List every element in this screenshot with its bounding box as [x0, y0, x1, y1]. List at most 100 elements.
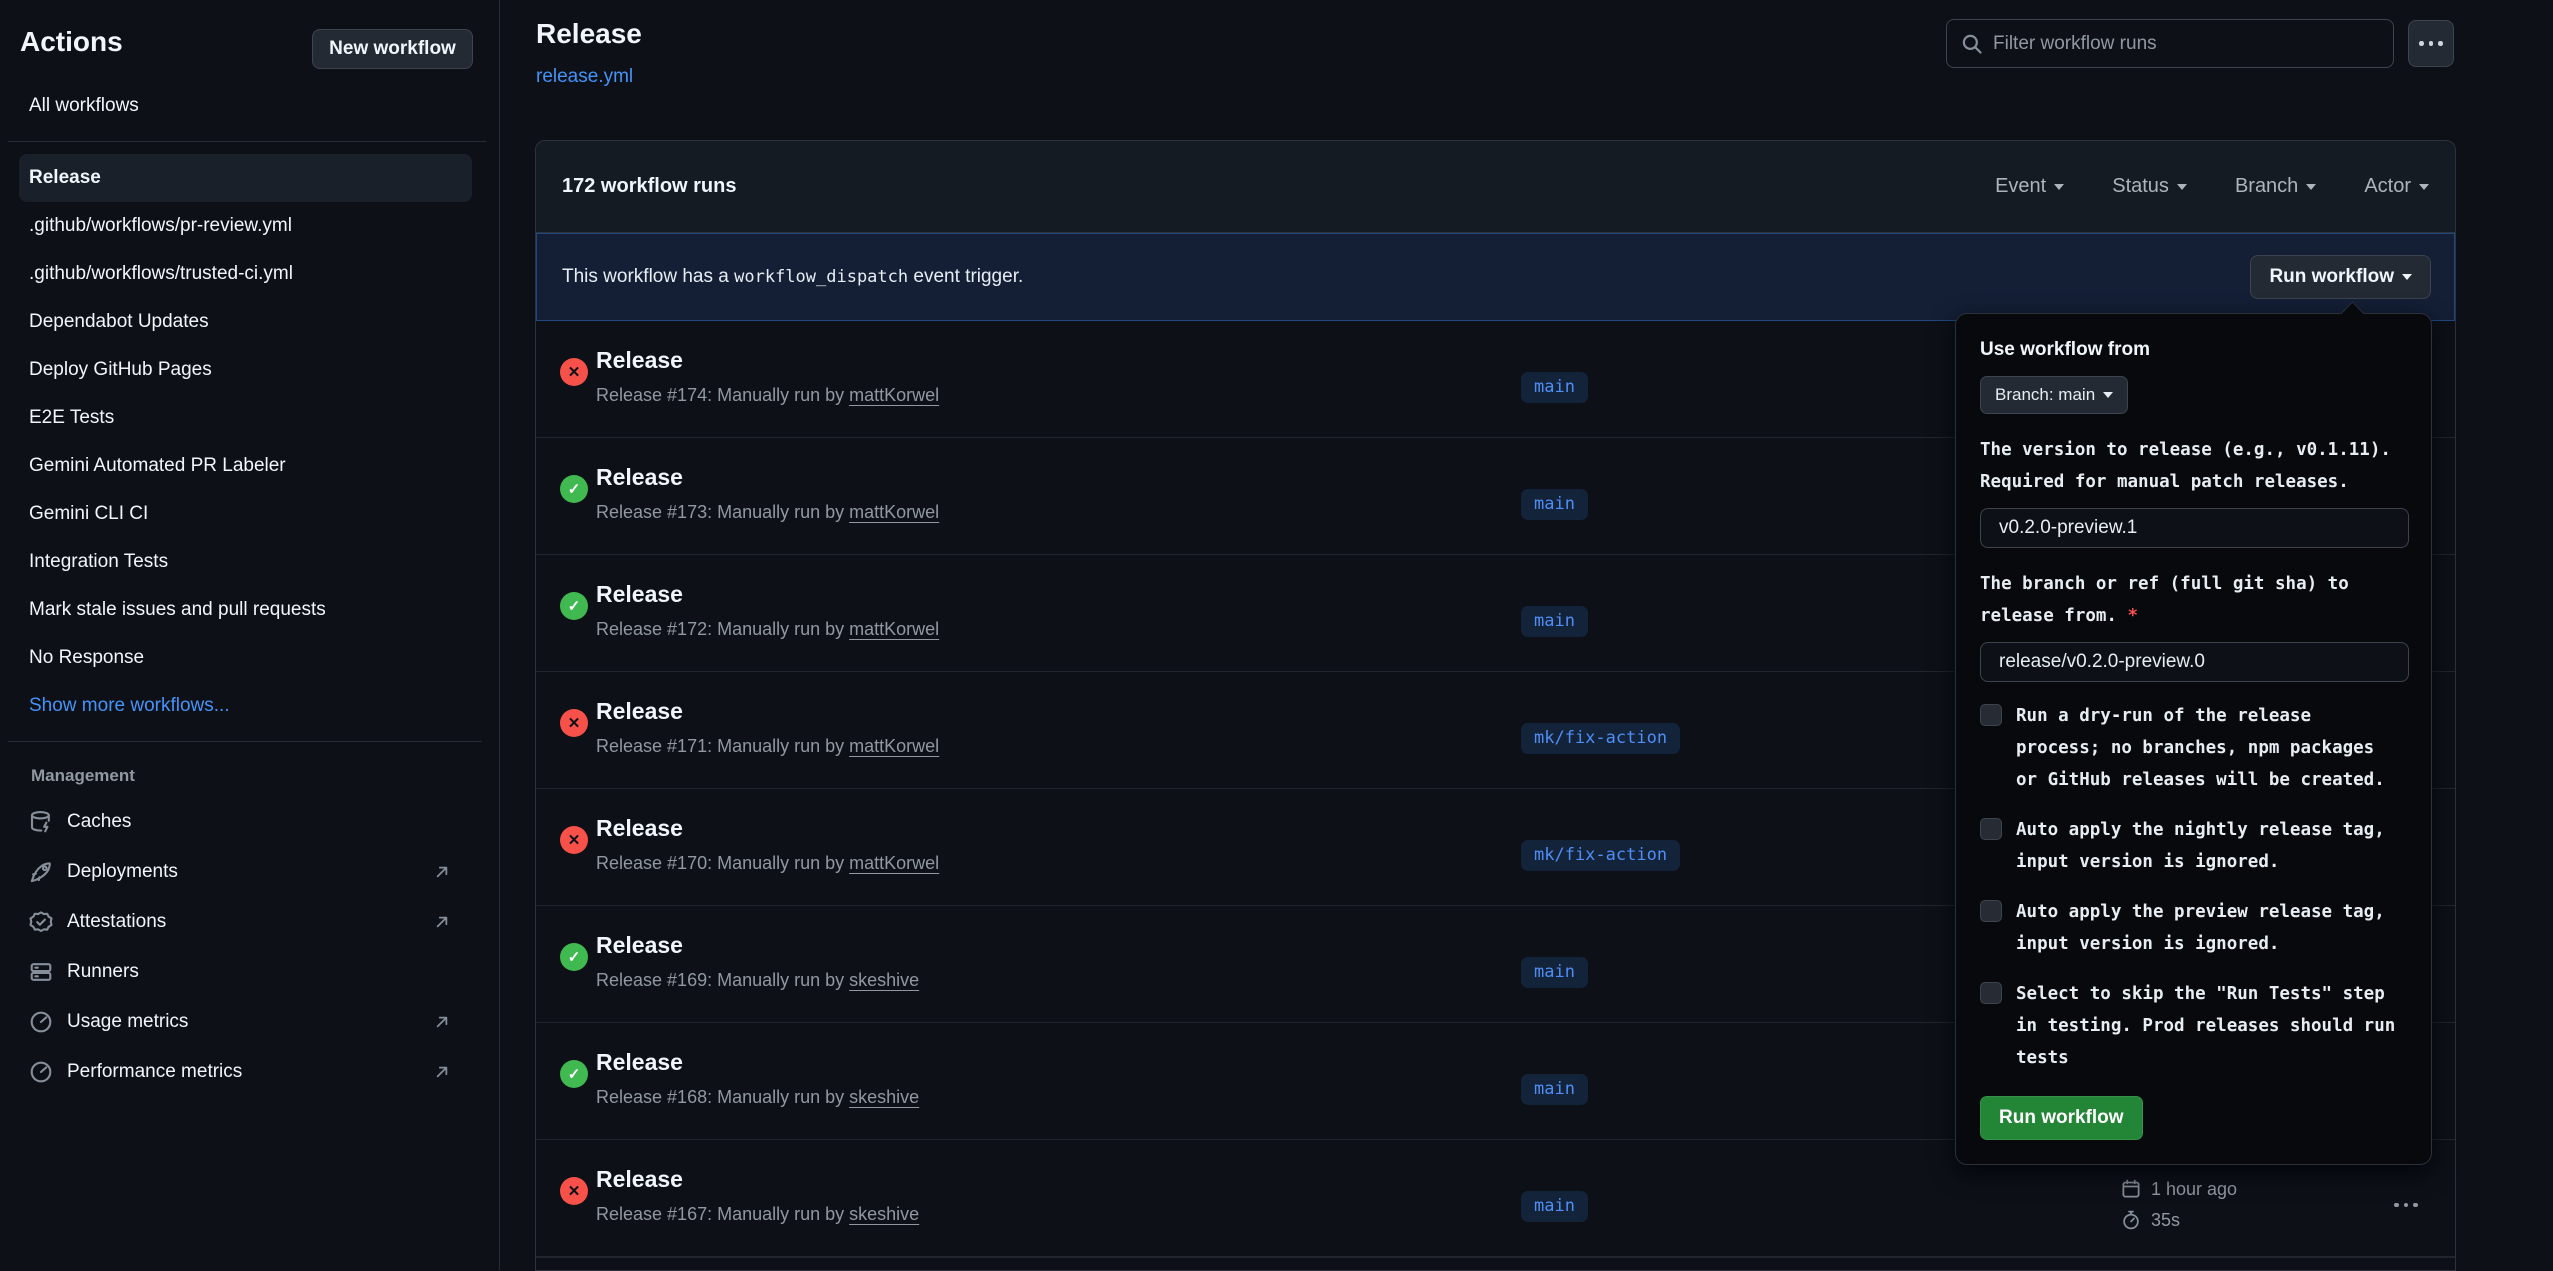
run-description: Release #169: Manually run by skeshive [596, 970, 919, 991]
nightly-tag-option: Auto apply the nightly release tag, inpu… [1980, 814, 2407, 878]
skip-tests-checkbox[interactable] [1980, 982, 2002, 1004]
sidebar-item-usage-metrics[interactable]: Usage metrics [19, 998, 472, 1046]
run-title-link[interactable]: Release [596, 815, 683, 842]
sidebar-item-e2e-tests[interactable]: E2E Tests [19, 394, 472, 442]
branch-badge[interactable]: mk/fix-action [1521, 840, 1680, 871]
kebab-menu-button[interactable] [2394, 1194, 2434, 1216]
new-workflow-button[interactable]: New workflow [312, 29, 473, 69]
run-title-link[interactable]: Release [596, 581, 683, 608]
search-icon [1961, 33, 1983, 55]
arrow-up-right-icon [432, 1012, 452, 1032]
filter-workflow-runs-box[interactable] [1946, 19, 2394, 68]
sidebar-item-no-response[interactable]: No Response [19, 634, 472, 682]
nightly-tag-checkbox[interactable] [1980, 818, 2002, 840]
version-input[interactable] [1980, 508, 2409, 548]
actor-link[interactable]: skeshive [849, 970, 919, 990]
actor-link[interactable]: mattKorwel [849, 736, 939, 756]
check-circle-icon [560, 1060, 588, 1088]
run-workflow-submit-button[interactable]: Run workflow [1980, 1096, 2143, 1140]
preview-tag-checkbox[interactable] [1980, 900, 2002, 922]
kebab-horizontal-icon [2419, 41, 2424, 46]
actor-link[interactable]: mattKorwel [849, 853, 939, 873]
actions-sidebar: Actions New workflow All workflows Relea… [0, 0, 500, 1270]
check-circle-icon [560, 943, 588, 971]
run-title-link[interactable]: Release [596, 464, 683, 491]
run-description: Release #168: Manually run by skeshive [596, 1087, 919, 1108]
sidebar-item-label: Performance metrics [67, 1061, 242, 1083]
sidebar-item-pr-review[interactable]: .github/workflows/pr-review.yml [19, 202, 472, 250]
sidebar-item-performance-metrics[interactable]: Performance metrics [19, 1048, 472, 1096]
sidebar-item-trusted-ci[interactable]: .github/workflows/trusted-ci.yml [19, 250, 472, 298]
kebab-horizontal-icon [2394, 1203, 2399, 1208]
run-title-link[interactable]: Release [596, 347, 683, 374]
sidebar-item-all-workflows[interactable]: All workflows [19, 82, 472, 130]
sidebar-item-runners[interactable]: Runners [19, 948, 472, 996]
branch-badge[interactable]: main [1521, 1074, 1588, 1105]
chevron-down-icon [2419, 184, 2429, 190]
runs-panel-header: 172 workflow runs Event Status Branch Ac… [536, 141, 2455, 233]
run-workflow-dropdown-button[interactable]: Run workflow [2250, 255, 2431, 299]
dry-run-checkbox[interactable] [1980, 704, 2002, 726]
sidebar-item-deploy-github-pages[interactable]: Deploy GitHub Pages [19, 346, 472, 394]
sidebar-item-label: Attestations [67, 911, 166, 933]
sidebar-item-caches[interactable]: Caches [19, 798, 472, 846]
run-title-link[interactable]: Release [596, 932, 683, 959]
actor-link[interactable]: mattKorwel [849, 385, 939, 405]
branch-badge[interactable]: main [1521, 372, 1588, 403]
actor-link[interactable]: mattKorwel [849, 619, 939, 639]
checkbox-label: Auto apply the preview release tag, inpu… [2016, 896, 2401, 960]
sidebar-item-mark-stale[interactable]: Mark stale issues and pull requests [19, 586, 472, 634]
run-title-link[interactable]: Release [596, 1049, 683, 1076]
ref-input[interactable] [1980, 642, 2409, 682]
branch-badge[interactable]: main [1521, 489, 1588, 520]
sidebar-item-label: Caches [67, 811, 131, 833]
rocket-icon [29, 860, 53, 884]
x-circle-icon [560, 709, 588, 737]
sidebar-item-deployments[interactable]: Deployments [19, 848, 472, 896]
sidebar-item-label: Deployments [67, 861, 178, 883]
filter-branch-dropdown[interactable]: Branch [2235, 175, 2316, 198]
run-title-link[interactable]: Release [596, 698, 683, 725]
run-description: Release #172: Manually run by mattKorwel [596, 619, 939, 640]
popup-heading: Use workflow from [1980, 338, 2407, 362]
run-time: 1 hour ago [2151, 1179, 2237, 1200]
branch-badge[interactable]: main [1521, 606, 1588, 637]
chevron-down-icon [2103, 392, 2113, 398]
filter-event-dropdown[interactable]: Event [1995, 175, 2064, 198]
skip-tests-option: Select to skip the "Run Tests" step in t… [1980, 978, 2407, 1074]
branch-badge[interactable]: main [1521, 1191, 1588, 1222]
filter-status-dropdown[interactable]: Status [2112, 175, 2187, 198]
branch-badge[interactable]: mk/fix-action [1521, 723, 1680, 754]
sidebar-divider [8, 141, 486, 142]
code-span: workflow_dispatch [734, 267, 908, 287]
management-section-title: Management [19, 756, 472, 796]
sidebar-item-gemini-cli-ci[interactable]: Gemini CLI CI [19, 490, 472, 538]
check-circle-icon [560, 592, 588, 620]
arrow-up-right-icon [432, 1062, 452, 1082]
actor-link[interactable]: skeshive [849, 1204, 919, 1224]
workflow-file-link[interactable]: release.yml [536, 66, 633, 88]
actor-link[interactable]: mattKorwel [849, 502, 939, 522]
dry-run-option: Run a dry-run of the release process; no… [1980, 700, 2407, 796]
show-more-workflows-link[interactable]: Show more workflows... [19, 682, 472, 730]
sidebar-item-gemini-automated-pr-labeler[interactable]: Gemini Automated PR Labeler [19, 442, 472, 490]
sidebar-item-release[interactable]: Release [19, 154, 472, 202]
run-description: Release #170: Manually run by mattKorwel [596, 853, 939, 874]
run-title-link[interactable]: Release [596, 1166, 683, 1193]
verified-icon [29, 910, 53, 934]
sidebar-item-attestations[interactable]: Attestations [19, 898, 472, 946]
sidebar-item-dependabot-updates[interactable]: Dependabot Updates [19, 298, 472, 346]
sidebar-item-integration-tests[interactable]: Integration Tests [19, 538, 472, 586]
branch-selector-button[interactable]: Branch: main [1980, 376, 2128, 414]
branch-badge[interactable]: main [1521, 957, 1588, 988]
search-input[interactable] [1993, 33, 2379, 55]
check-circle-icon [560, 475, 588, 503]
runs-count: 172 workflow runs [562, 175, 737, 198]
run-duration: 35s [2151, 1210, 2180, 1231]
sidebar-divider [8, 741, 482, 742]
checkbox-label: Select to skip the "Run Tests" step in t… [2016, 978, 2401, 1074]
filter-actor-dropdown[interactable]: Actor [2364, 175, 2429, 198]
kebab-menu-button[interactable] [2408, 20, 2454, 67]
run-workflow-popup: Use workflow from Branch: main The versi… [1955, 313, 2432, 1165]
actor-link[interactable]: skeshive [849, 1087, 919, 1107]
